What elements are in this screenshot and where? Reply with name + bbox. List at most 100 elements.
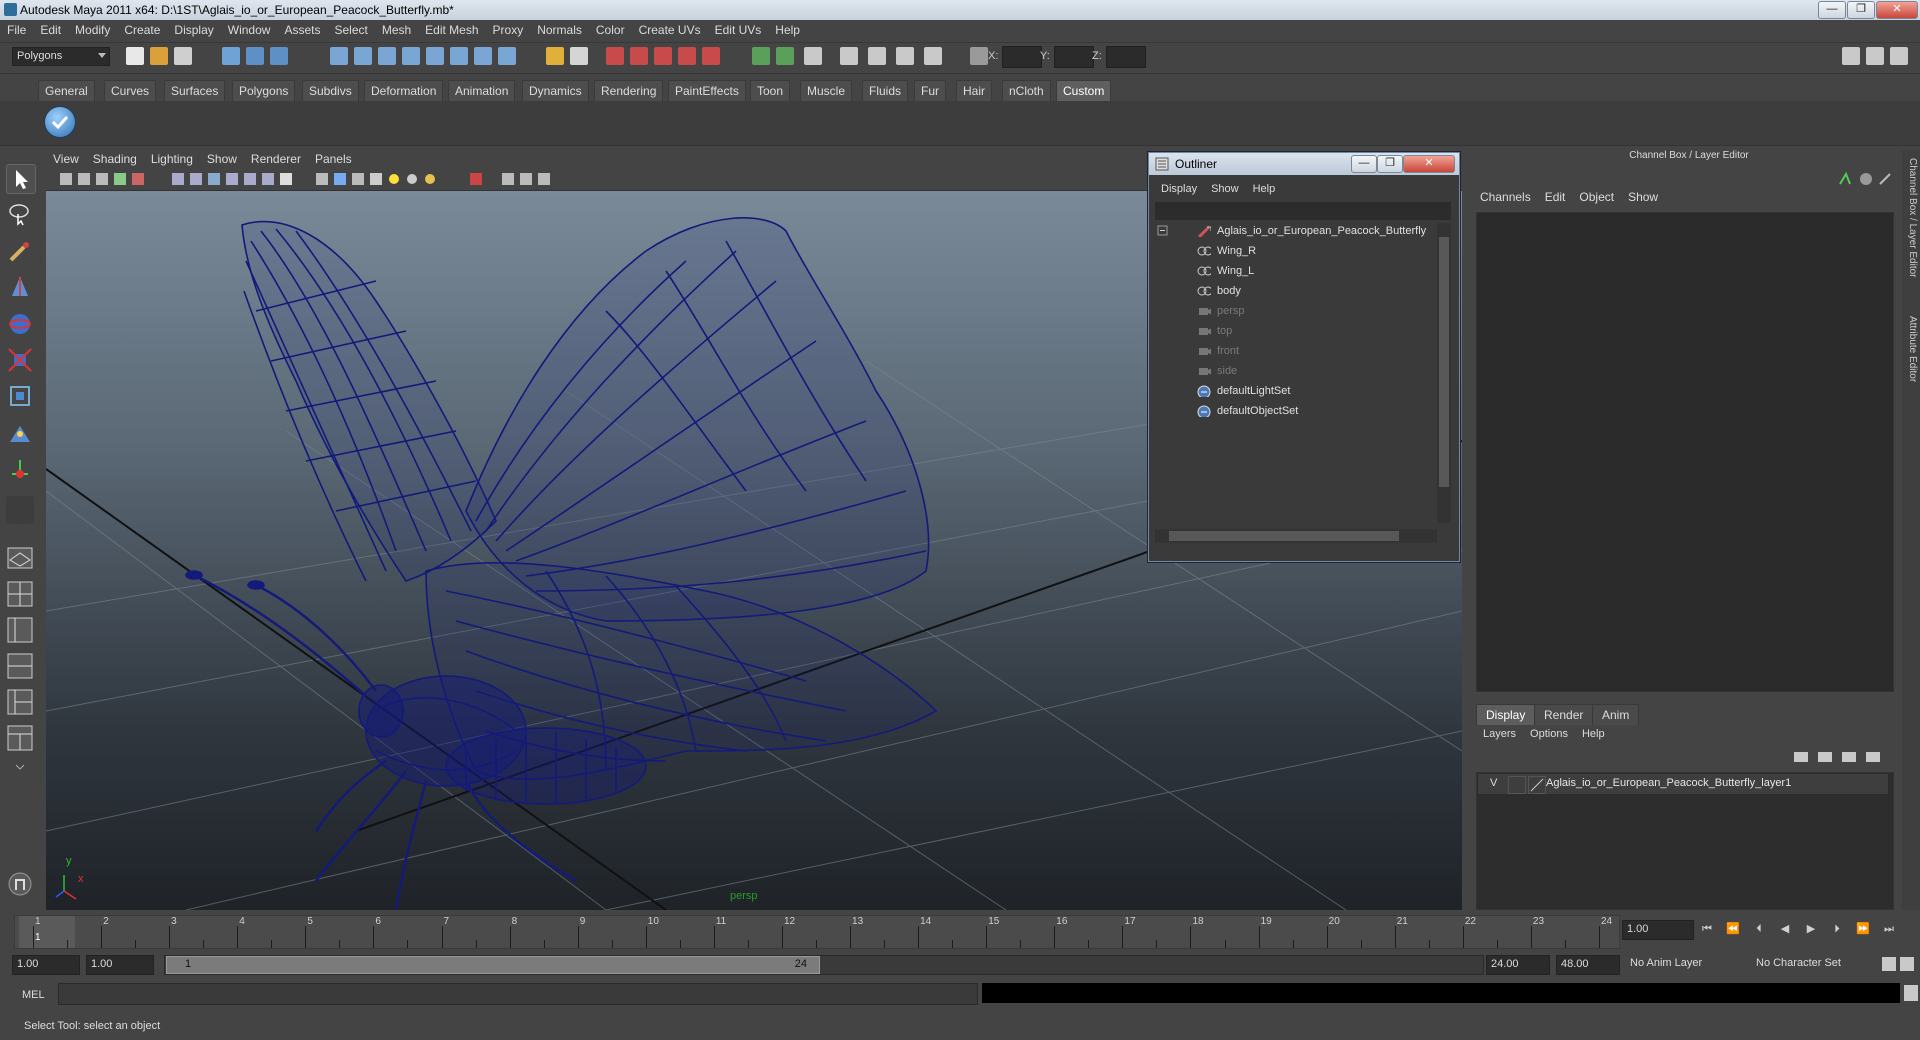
single-pane-layout-icon[interactable] (6, 544, 34, 572)
step-forward-frame-icon[interactable]: ⏵ (1828, 920, 1846, 938)
layer-tab-anim[interactable]: Anim (1592, 704, 1640, 725)
playback-end-field[interactable]: 24.00 (1486, 955, 1550, 975)
shelf-tab-rendering[interactable]: Rendering (594, 80, 664, 101)
animation-end-field[interactable]: 48.00 (1556, 955, 1620, 975)
channel-menu-edit[interactable]: Edit (1539, 190, 1574, 204)
graph-layout-icon[interactable] (6, 724, 34, 752)
outliner-close-button[interactable]: ✕ (1403, 155, 1455, 173)
menu-display[interactable]: Display (167, 20, 220, 37)
hypershade-layout-icon[interactable] (6, 688, 34, 716)
menu-set-dropdown[interactable]: Polygons (12, 47, 110, 66)
query-icon[interactable] (498, 47, 516, 65)
show-ui-icon[interactable] (840, 47, 858, 65)
channel-box-tool-icons[interactable] (1836, 170, 1896, 188)
viewport-menu-shading[interactable]: Shading (86, 150, 144, 168)
snap-grid-icon[interactable] (330, 47, 348, 65)
input-line-icon[interactable] (752, 47, 770, 65)
ipr-render-icon[interactable] (630, 47, 648, 65)
shelf-tab-fur[interactable]: Fur (914, 80, 946, 101)
side-tab-attribute-editor[interactable]: Attribute Editor (1904, 316, 1918, 382)
shelf-tab-general[interactable]: General (38, 80, 95, 101)
layout-options-icon[interactable] (6, 760, 34, 774)
new-scene-icon[interactable] (126, 47, 144, 65)
step-back-frame-icon[interactable]: ⏴ (1750, 920, 1768, 938)
command-language-label[interactable]: MEL (22, 989, 45, 1001)
outliner-menu-help[interactable]: Help (1247, 183, 1284, 195)
last-tool-icon[interactable] (6, 496, 34, 524)
select-by-hierarchy-icon[interactable] (222, 47, 240, 65)
open-scene-icon[interactable] (150, 47, 168, 65)
character-controls-icon[interactable] (6, 870, 34, 898)
shelf-tab-hair[interactable]: Hair (956, 80, 993, 101)
command-input[interactable] (58, 983, 978, 1005)
menu-select[interactable]: Select (327, 20, 374, 37)
channel-menu-object[interactable]: Object (1573, 190, 1622, 204)
menu-normals[interactable]: Normals (530, 20, 589, 37)
soft-modification-icon[interactable] (6, 420, 34, 448)
history-icon[interactable] (450, 47, 468, 65)
toggle-channel-box-icon[interactable] (1890, 47, 1908, 65)
shelf-tab-muscle[interactable]: Muscle (800, 80, 853, 101)
panel-layout-icon[interactable] (804, 47, 822, 65)
layer-tab-render[interactable]: Render (1534, 704, 1594, 725)
select-by-object-icon[interactable] (246, 47, 264, 65)
anim-layer-dropdown[interactable]: No Anim Layer (1626, 955, 1738, 973)
rotate-tool-icon[interactable] (6, 310, 34, 338)
channel-box-content[interactable] (1476, 212, 1894, 692)
layer-visibility-toggle[interactable]: V (1490, 777, 1497, 789)
menu-assets[interactable]: Assets (277, 20, 327, 37)
play-backwards-icon[interactable]: ◀ (1776, 920, 1794, 938)
channel-menu-channels[interactable]: Channels (1474, 190, 1539, 204)
menu-modify[interactable]: Modify (68, 20, 117, 37)
layer-color-swatch[interactable] (1528, 776, 1546, 794)
layer-row[interactable]: V Aglais_io_or_European_Peacock_Butterfl… (1478, 774, 1888, 794)
outliner-horizontal-scrollbar[interactable] (1155, 529, 1437, 543)
tool-settings-icon[interactable] (924, 47, 942, 65)
auto-key-icon[interactable] (1882, 957, 1896, 971)
show-manipulator-icon[interactable] (6, 456, 34, 484)
layer-tab-display[interactable]: Display (1476, 704, 1536, 725)
select-tool-icon[interactable] (6, 164, 36, 194)
shelf-tab-dynamics[interactable]: Dynamics (522, 80, 589, 101)
shelf-tab-fluids[interactable]: Fluids (862, 80, 909, 101)
minimize-button[interactable]: — (1818, 1, 1846, 19)
paint-select-tool-icon[interactable] (6, 238, 34, 266)
script-editor-icon[interactable] (1904, 985, 1918, 1001)
shelf-tab-polygons[interactable]: Polygons (232, 80, 296, 101)
menu-help[interactable]: Help (768, 20, 807, 37)
maximize-button[interactable]: ❐ (1847, 1, 1875, 19)
viewport-menu-panels[interactable]: Panels (308, 150, 359, 168)
outliner-scroll-thumb[interactable] (1439, 237, 1449, 487)
y-input[interactable] (1054, 46, 1094, 68)
outliner-hscroll-thumb[interactable] (1169, 531, 1399, 541)
layer-buttons[interactable] (1790, 748, 1890, 766)
go-to-end-icon[interactable]: ⏭ (1880, 920, 1898, 938)
menu-file[interactable]: File (0, 20, 33, 37)
shelf-tab-toon[interactable]: Toon (750, 80, 791, 101)
menu-color[interactable]: Color (589, 20, 632, 37)
menu-edit[interactable]: Edit (33, 20, 68, 37)
snap-surface-icon[interactable] (426, 47, 444, 65)
menu-proxy[interactable]: Proxy (486, 20, 531, 37)
animation-start-field[interactable]: 1.00 (12, 955, 80, 975)
save-scene-icon[interactable] (174, 47, 192, 65)
scale-tool-icon[interactable] (6, 346, 34, 374)
snap-point-icon[interactable] (378, 47, 396, 65)
animation-preferences-icon[interactable] (1900, 957, 1914, 971)
menu-window[interactable]: Window (221, 20, 278, 37)
close-button[interactable]: ✕ (1876, 1, 1918, 19)
play-forwards-icon[interactable]: ▶ (1802, 920, 1820, 938)
render-settings-icon[interactable] (654, 47, 672, 65)
persp-graph-layout-icon[interactable] (6, 652, 34, 680)
outliner-persp-layout-icon[interactable] (6, 616, 34, 644)
menu-edit-mesh[interactable]: Edit Mesh (418, 20, 485, 37)
snap-plane-icon[interactable] (402, 47, 420, 65)
collapse-icon[interactable] (1157, 225, 1171, 237)
selection-lock-icon[interactable] (570, 47, 588, 65)
hypershade-icon[interactable] (678, 47, 696, 65)
outliner-vertical-scrollbar[interactable] (1437, 223, 1451, 523)
outliner-filter-field[interactable] (1155, 202, 1451, 220)
toggle-panels-icon[interactable] (868, 47, 886, 65)
shelf-tab-surfaces[interactable]: Surfaces (164, 80, 226, 101)
outliner-maximize-button[interactable]: ❐ (1377, 155, 1403, 173)
